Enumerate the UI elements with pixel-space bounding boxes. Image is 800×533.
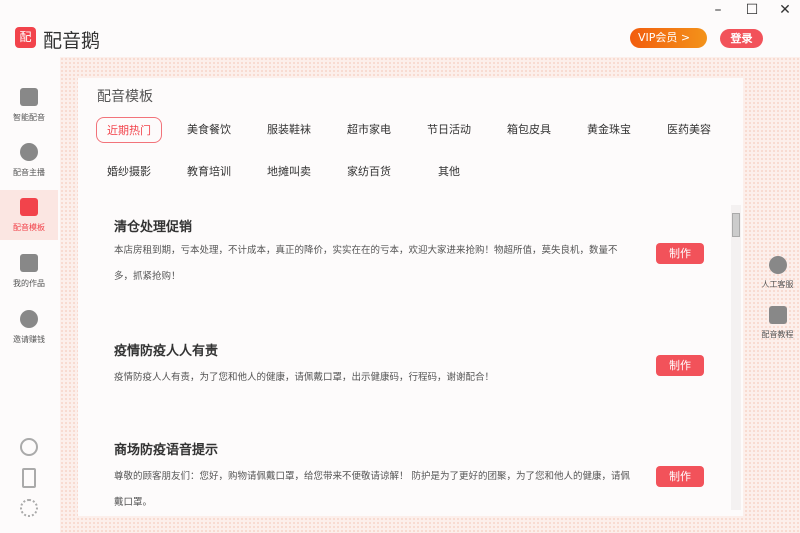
sidebar-label: 配音模板 [13,223,45,232]
settings-icon[interactable] [20,499,38,517]
tab-item[interactable]: 其他 [416,159,482,185]
tab-item[interactable]: 箱包皮具 [496,117,562,143]
mobile-icon[interactable] [22,468,36,488]
tab-item[interactable]: 医药美容 [656,117,722,143]
card-title: 清仓处理促销 [114,220,193,235]
tab-item[interactable]: 地摊叫卖 [256,159,322,185]
app-title: 配音鹅 [43,30,101,52]
login-button[interactable]: 登录 [720,29,763,48]
sidebar-label: 智能配音 [13,113,45,122]
tab-item[interactable]: 家纺百货 [336,159,402,185]
music-icon[interactable] [20,438,38,456]
sidebar-item-templates[interactable]: 配音模板 [0,190,58,240]
make-button[interactable]: 制作 [656,355,704,376]
vip-label: VIP会员 > [638,31,691,44]
speaker-icon [20,88,38,106]
make-button[interactable]: 制作 [656,243,704,264]
tutorial-label: 配音教程 [761,330,794,339]
scrollbar[interactable] [731,205,741,510]
folder-icon [20,254,38,272]
sidebar-label: 配音主播 [13,168,45,177]
tab-item[interactable]: 美食餐饮 [176,117,242,143]
tutorial-icon [768,306,787,324]
vip-button[interactable]: VIP会员 > [630,28,707,48]
customer-service-label: 人工客服 [761,280,794,289]
tab-item[interactable]: 婚纱摄影 [96,159,162,185]
make-button[interactable]: 制作 [656,466,704,487]
page-title: 配音模板 [97,89,153,105]
maximize-button[interactable]: ☐ [742,2,762,18]
tab-item[interactable]: 超市家电 [336,117,402,143]
sidebar-label: 邀请赚钱 [13,335,45,344]
scrollbar-thumb[interactable] [732,213,740,237]
money-bag-icon [20,310,38,328]
tab-item[interactable]: 教育培训 [176,159,242,185]
sidebar-label: 我的作品 [13,279,45,288]
sidebar-item-anchors[interactable]: 配音主播 [0,143,58,183]
sidebar-item-my-works[interactable]: 我的作品 [0,254,58,294]
tab-item[interactable]: 近期热门 [96,117,162,143]
tab-item[interactable]: 节日活动 [416,117,482,143]
card-title: 疫情防疫人人有责 [114,344,219,359]
app-logo: 配 [15,27,36,48]
sidebar-item-invite[interactable]: 邀请赚钱 [0,310,58,350]
tab-item[interactable]: 服装鞋袜 [256,117,322,143]
template-icon [20,198,38,216]
minimize-button[interactable]: – [708,2,728,18]
card-title: 商场防疫语音提示 [114,443,219,458]
anchor-icon [20,143,38,161]
headset-icon [768,256,787,274]
close-button[interactable]: ✕ [775,2,795,18]
card-description: 疫情防疫人人有责，为了您和他人的健康，请佩戴口罩，出示健康码，行程码，谢谢配合！ [114,372,495,383]
tab-item[interactable]: 黄金珠宝 [576,117,642,143]
customer-service-button[interactable]: 人工客服 [755,256,800,290]
card-description: 尊敬的顾客朋友们：您好，购物请佩戴口罩，给您带来不便敬请谅解！ 防护是为了更好的… [114,471,631,508]
sidebar-item-smart-dubbing[interactable]: 智能配音 [0,88,58,128]
card-description: 本店房租到期，亏本处理，不计成本，真正的降价，实实在在的亏本，欢迎大家进来抢购！… [114,245,618,282]
tutorial-button[interactable]: 配音教程 [755,306,800,340]
